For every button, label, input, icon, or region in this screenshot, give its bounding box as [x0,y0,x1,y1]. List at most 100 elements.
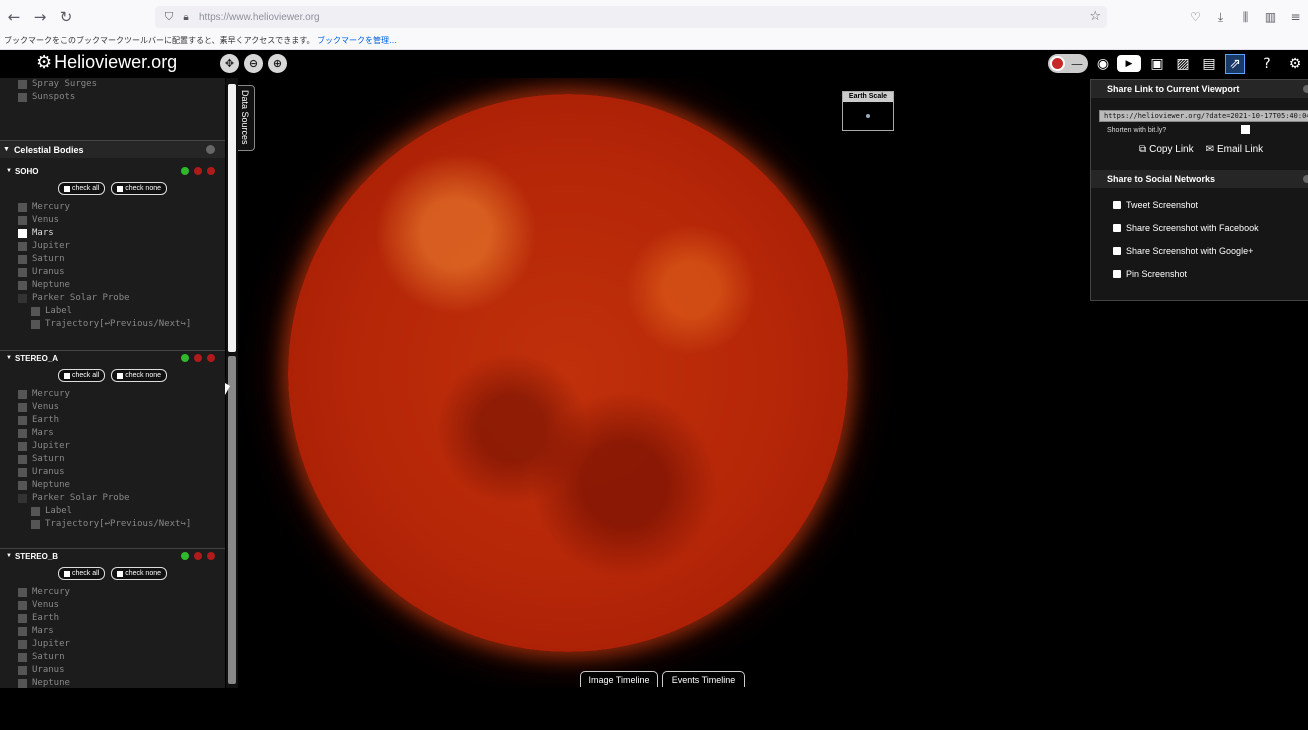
celestial-bodies-header[interactable]: ▼ Celestial Bodies [0,140,225,158]
library-icon[interactable]: ⫼ [1233,10,1258,25]
body-sub-item[interactable]: Trajectory[↩Previous/Next↪] [0,518,225,531]
body-item[interactable]: Mars [0,427,225,440]
checkbox-icon[interactable] [18,294,27,303]
data-download-icon[interactable]: ▤ [1199,54,1219,74]
body-item[interactable]: Neptune [0,677,225,688]
red-dot-icon[interactable] [207,354,215,362]
checkbox-icon[interactable] [18,640,27,649]
body-item[interactable]: Mars [0,625,225,638]
earth-scale-indicator[interactable]: Earth Scale [842,91,894,131]
body-sub-item[interactable]: Label [0,305,225,318]
check-none-button[interactable]: check none [111,182,168,195]
body-item[interactable]: Mars [0,227,225,240]
body-sub-item[interactable]: Trajectory[↩Previous/Next↪] [0,318,225,331]
check-all-button[interactable]: check all [57,369,106,382]
data-sources-tab[interactable]: Data Sources [238,85,255,151]
body-item[interactable]: Mercury [0,201,225,214]
sidebar-icon[interactable]: ▥ [1258,10,1283,24]
body-item[interactable]: Saturn [0,453,225,466]
checkbox-icon[interactable] [31,507,40,516]
body-item[interactable]: Jupiter [0,440,225,453]
forward-icon[interactable]: → [28,5,52,29]
body-item[interactable]: Venus [0,401,225,414]
shorten-checkbox[interactable] [1241,125,1250,134]
help-icon[interactable]: ? [1257,54,1277,74]
facebook-screenshot-button[interactable]: Share Screenshot with Facebook [1091,216,1308,239]
body-item[interactable]: Venus [0,214,225,227]
checkbox-icon[interactable] [31,320,40,329]
checkbox-icon[interactable] [18,403,27,412]
center-viewport-button[interactable]: ✥ [220,54,239,73]
event-item[interactable]: Spray Surges [0,78,225,91]
checkbox-icon[interactable] [18,666,27,675]
checkbox-icon[interactable] [18,494,27,503]
body-item[interactable]: Venus [0,599,225,612]
green-dot-icon[interactable] [181,552,189,560]
body-item[interactable]: Jupiter [0,240,225,253]
body-item[interactable]: Earth [0,612,225,625]
checkbox-icon[interactable] [18,614,27,623]
check-all-button[interactable]: check all [57,182,106,195]
body-item[interactable]: Jupiter [0,638,225,651]
checkbox-icon[interactable] [18,679,27,688]
checkbox-icon[interactable] [31,307,40,316]
observer-title[interactable]: ▼ SOHO [0,164,225,178]
google-screenshot-button[interactable]: Share Screenshot with Google+ [1091,239,1308,262]
reload-icon[interactable]: ↻ [54,5,78,29]
checkbox-icon[interactable] [18,93,27,102]
red-dot-icon[interactable] [194,167,202,175]
checkbox-icon[interactable] [18,281,27,290]
green-dot-icon[interactable] [181,167,189,175]
share-url-field[interactable]: https://helioviewer.org/?date=2021-10-17… [1099,110,1308,122]
check-none-button[interactable]: check none [111,369,168,382]
shield-icon[interactable]: ⛉ [159,10,179,24]
zoom-out-button[interactable]: ⊖ [244,54,263,73]
share-icon[interactable]: ⇗ [1225,54,1245,74]
tweet-screenshot-button[interactable]: Tweet Screenshot [1091,193,1308,216]
body-item[interactable]: Uranus [0,664,225,677]
bookmark-star-icon[interactable]: ☆ [1089,9,1101,24]
body-item[interactable]: Parker Solar Probe [0,492,225,505]
observer-title[interactable]: ▼ STEREO_B [0,549,225,563]
checkbox-icon[interactable] [31,520,40,529]
checkbox-icon[interactable] [18,627,27,636]
body-item[interactable]: Neptune [0,479,225,492]
lock-icon[interactable]: 🔒︎ [179,12,193,23]
body-item[interactable]: Earth [0,414,225,427]
scrollbar-track[interactable] [228,356,236,684]
checkbox-icon[interactable] [18,216,27,225]
checkbox-icon[interactable] [18,455,27,464]
share-link-header[interactable]: Share Link to Current Viewport [1091,80,1308,98]
screenshot-icon[interactable]: ▨ [1173,54,1193,74]
body-item[interactable]: Uranus [0,266,225,279]
copy-link-button[interactable]: ⧉ Copy Link [1139,144,1194,155]
help-icon[interactable] [1303,85,1308,93]
rss-icon[interactable]: ◉ [1093,54,1113,74]
body-sub-item[interactable]: Label [0,505,225,518]
observer-title[interactable]: ▼ STEREO_A [0,351,225,365]
movie-icon[interactable]: ▣ [1147,54,1167,74]
checkbox-icon[interactable] [18,255,27,264]
check-none-button[interactable]: check none [111,567,168,580]
checkbox-icon[interactable] [18,80,27,89]
menu-icon[interactable]: ≡ [1283,10,1308,24]
body-item[interactable]: Neptune [0,279,225,292]
checkbox-icon[interactable] [18,416,27,425]
checkbox-icon[interactable] [18,268,27,277]
body-item[interactable]: Saturn [0,253,225,266]
sun-image[interactable] [288,94,848,652]
checkbox-icon[interactable] [18,588,27,597]
url-text[interactable]: https://www.helioviewer.org [199,12,320,23]
red-dot-icon[interactable] [194,354,202,362]
checkbox-icon[interactable] [18,390,27,399]
checkbox-icon[interactable] [18,481,27,490]
viewport-mode-toggle[interactable]: — [1048,54,1088,73]
settings-icon[interactable]: ⚙ [1285,54,1305,74]
scrollbar-thumb[interactable] [228,84,236,352]
checkbox-icon[interactable] [18,601,27,610]
checkbox-icon[interactable] [18,242,27,251]
green-dot-icon[interactable] [181,354,189,362]
checkbox-icon[interactable] [18,203,27,212]
pin-screenshot-button[interactable]: Pin Screenshot [1091,262,1308,285]
body-item[interactable]: Parker Solar Probe [0,292,225,305]
